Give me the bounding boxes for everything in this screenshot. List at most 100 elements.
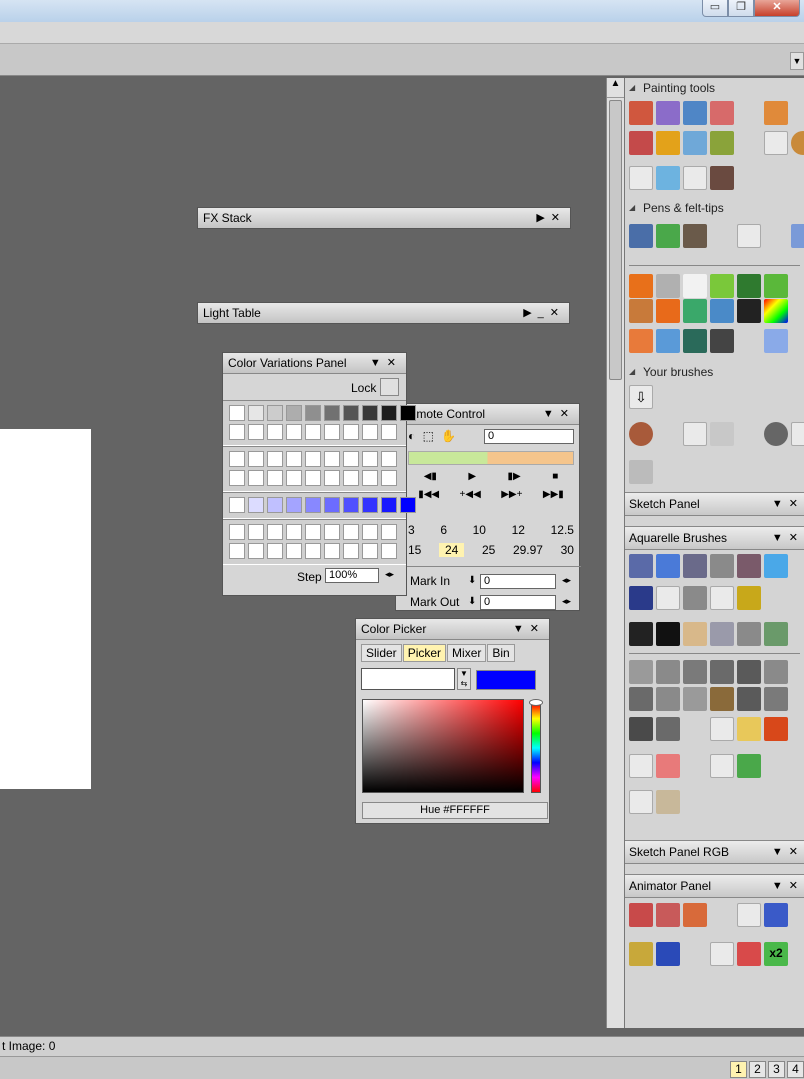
fast-forward-button[interactable]: ▶▶+ [501, 489, 522, 500]
swap-colors-icon[interactable]: ▼ ⇆ [457, 668, 471, 690]
fps-option[interactable]: 12 [512, 523, 525, 537]
tree-icon[interactable] [737, 274, 761, 298]
color-swatch[interactable] [362, 524, 378, 540]
brush-icon[interactable] [656, 687, 680, 711]
brush-icon[interactable] [710, 101, 734, 125]
sparkle-icon[interactable] [683, 329, 707, 353]
frames-icon[interactable] [629, 903, 653, 927]
flag-icon[interactable] [764, 903, 788, 927]
empty-slot[interactable] [710, 942, 734, 966]
color-swatch[interactable] [248, 405, 264, 421]
star-icon[interactable] [656, 329, 680, 353]
close-icon[interactable]: ✕ [387, 357, 402, 369]
brush-icon[interactable] [683, 687, 707, 711]
empty-slot[interactable] [791, 422, 804, 446]
brush-icon[interactable] [656, 166, 680, 190]
color-swatch[interactable] [343, 451, 359, 467]
brush-icon[interactable] [764, 422, 788, 446]
fire-icon[interactable] [629, 274, 653, 298]
sponge-icon[interactable] [791, 131, 804, 155]
brush-icon[interactable] [737, 717, 761, 741]
close-icon[interactable]: ✕ [789, 880, 804, 892]
fps-option[interactable]: 12.5 [551, 523, 574, 537]
previous-color-swatch[interactable] [361, 668, 455, 690]
dropdown-icon[interactable]: ▼ [772, 532, 789, 544]
empty-slot[interactable] [629, 754, 653, 778]
brush-icon[interactable] [737, 554, 761, 578]
color-swatch[interactable] [229, 470, 245, 486]
brush-icon[interactable] [629, 660, 653, 684]
color-swatch[interactable] [248, 497, 264, 513]
color-swatch[interactable] [267, 497, 283, 513]
tab-bin[interactable]: Bin [487, 644, 515, 662]
dropdown-icon[interactable]: ▼ [772, 880, 789, 892]
right-panel-scrollbar[interactable]: ▲ [606, 78, 624, 1028]
grass-icon[interactable] [656, 299, 680, 323]
color-swatch[interactable] [324, 451, 340, 467]
splash-icon[interactable] [629, 329, 653, 353]
color-swatch[interactable] [248, 424, 264, 440]
step-input[interactable]: 100% [325, 568, 379, 583]
page-button[interactable]: 3 [768, 1061, 785, 1078]
sponge-icon[interactable] [710, 131, 734, 155]
pen-icon[interactable] [629, 224, 653, 248]
remote-control-title-bar[interactable]: Remote Control ▼✕ [396, 404, 579, 425]
step-stepper-icon[interactable]: ◂▸ [385, 569, 394, 580]
color-swatch[interactable] [362, 497, 378, 513]
color-swatch[interactable] [343, 405, 359, 421]
color-swatch[interactable] [229, 451, 245, 467]
color-swatch[interactable] [286, 497, 302, 513]
color-swatch[interactable] [248, 543, 264, 559]
close-window-button[interactable]: ✕ [754, 0, 800, 17]
brush-icon[interactable] [656, 131, 680, 155]
flag-icon[interactable] [656, 942, 680, 966]
section-painting-tools[interactable]: Painting tools [625, 78, 804, 98]
brush-icon[interactable] [656, 101, 680, 125]
empty-slot[interactable] [710, 586, 734, 610]
minimize-button[interactable]: ▭ [702, 0, 728, 17]
color-swatch[interactable] [286, 543, 302, 559]
close-icon[interactable]: ✕ [550, 307, 565, 319]
empty-slot[interactable] [683, 166, 707, 190]
pen-icon[interactable] [683, 224, 707, 248]
dropdown-icon[interactable]: ▼ [543, 408, 560, 420]
section-pens[interactable]: Pens & felt-tips [625, 198, 804, 218]
lock-toggle[interactable] [380, 378, 399, 396]
current-color-swatch[interactable] [476, 670, 536, 690]
brush-icon[interactable] [656, 554, 680, 578]
empty-slot[interactable] [737, 224, 761, 248]
brush-icon[interactable] [764, 554, 788, 578]
color-variations-title-bar[interactable]: Color Variations Panel ▼✕ [223, 353, 406, 374]
brush-icon[interactable] [710, 622, 734, 646]
brush-icon[interactable] [656, 754, 680, 778]
hue-slider[interactable] [531, 703, 541, 793]
dropdown-icon[interactable]: ▼ [513, 623, 530, 635]
tab-picker[interactable]: Picker [402, 644, 447, 662]
color-swatch[interactable] [305, 497, 321, 513]
color-swatch[interactable] [305, 524, 321, 540]
color-swatch[interactable] [305, 543, 321, 559]
color-swatch[interactable] [362, 451, 378, 467]
color-swatch[interactable] [381, 451, 397, 467]
play-button[interactable]: ▶ [468, 471, 476, 482]
dropdown-icon[interactable]: ▼ [772, 846, 789, 858]
color-swatch[interactable] [324, 405, 340, 421]
brush-icon[interactable] [737, 754, 761, 778]
expand-icon[interactable]: ▶ [523, 307, 537, 319]
color-swatch[interactable] [343, 497, 359, 513]
color-swatch[interactable] [229, 543, 245, 559]
hue-slider-handle[interactable] [529, 699, 543, 706]
scroll-thumb[interactable] [609, 100, 622, 380]
frames-icon[interactable] [629, 942, 653, 966]
saturation-value-field[interactable] [362, 699, 524, 793]
brush-icon[interactable] [656, 660, 680, 684]
color-swatch[interactable] [324, 497, 340, 513]
fps-option[interactable]: 3 [408, 523, 415, 537]
color-swatch[interactable] [267, 524, 283, 540]
color-swatch[interactable] [305, 470, 321, 486]
color-swatch[interactable] [362, 424, 378, 440]
color-swatch[interactable] [343, 470, 359, 486]
pen-icon[interactable] [791, 224, 804, 248]
brush-icon[interactable] [737, 586, 761, 610]
section-your-brushes[interactable]: Your brushes [625, 362, 804, 382]
